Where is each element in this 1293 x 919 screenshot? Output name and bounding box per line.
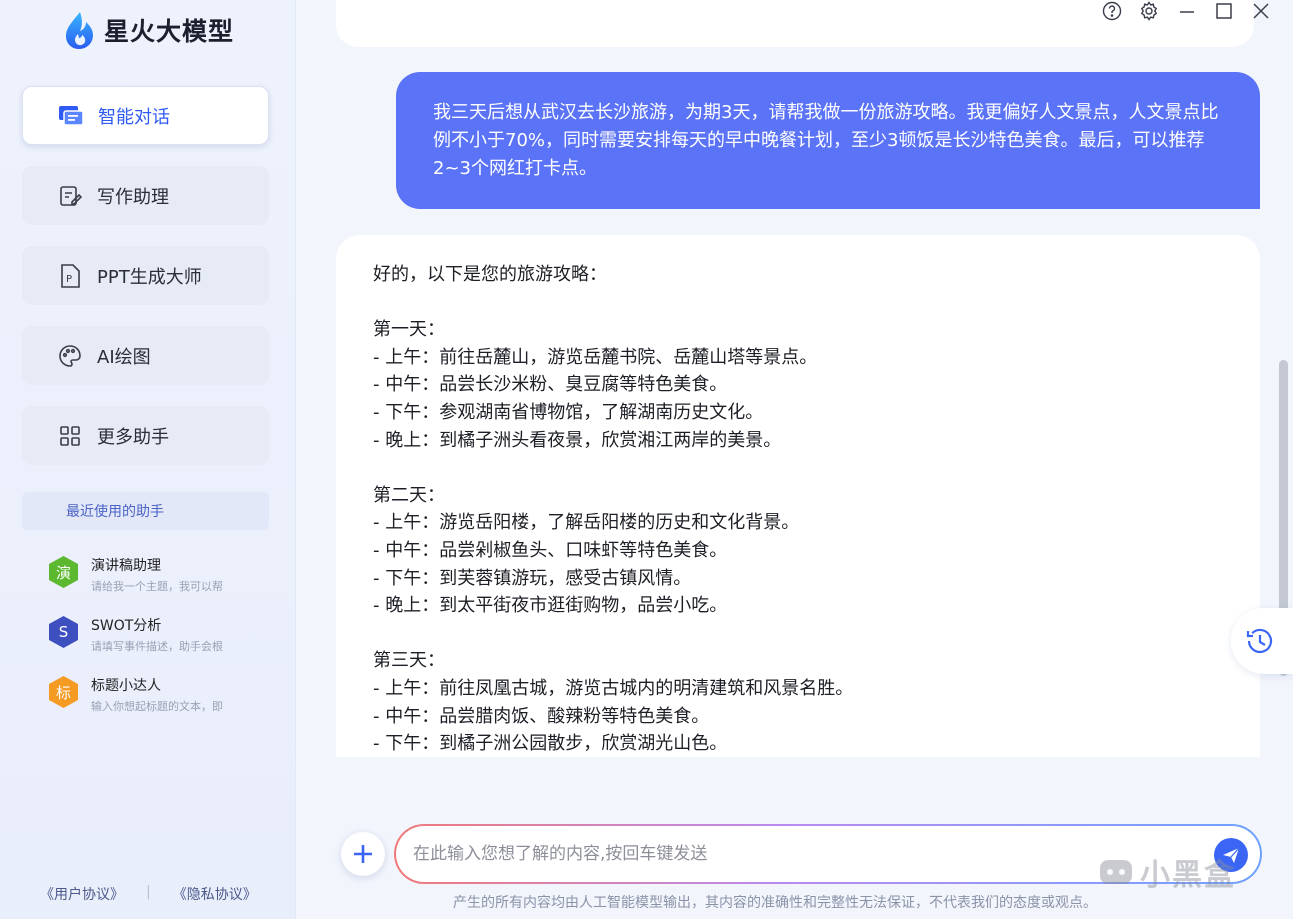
close-icon[interactable]	[1248, 0, 1274, 22]
recent-item-title: SWOT分析	[91, 618, 162, 634]
recent-item-title: 演讲稿助理	[91, 558, 161, 574]
brand-logo-icon	[1100, 860, 1132, 884]
ppt-icon: P	[57, 263, 83, 289]
ai-response-line: - 上午：前往凤凰古城，游览古城内的明清建筑和风景名胜。	[373, 677, 854, 699]
hexagon-badge-icon: S	[48, 615, 79, 649]
history-clock-icon	[1246, 628, 1273, 654]
ai-response-line: - 下午：参观湖南省博物馆，了解湖南历史文化。	[373, 401, 764, 423]
nav-label: 智能对话	[98, 106, 170, 128]
user-message-text: 我三天后想从武汉去长沙旅游，为期3天，请帮我做一份旅游攻略。我更偏好人文景点，人…	[433, 102, 1219, 179]
brand-watermark: 小黑盒	[1098, 850, 1236, 894]
nav-label: 写作助理	[97, 186, 169, 208]
recent-item-speech[interactable]: 演 演讲稿助理 请给我一个主题，我可以帮	[48, 555, 278, 599]
user-agreement-link[interactable]: 《用户协议》	[40, 884, 124, 904]
recent-item-swot[interactable]: S SWOT分析 请填写事件描述，助手会根	[48, 615, 278, 659]
ai-response-line	[373, 454, 1222, 482]
disclaimer-text: 产生的所有内容均由人工智能模型输出，其内容的准确性和完整性无法保证，不代表我们的…	[453, 895, 1097, 911]
chat-input[interactable]	[413, 844, 1173, 864]
ai-response-line	[373, 289, 1222, 317]
nav-more-assistants[interactable]: 更多助手	[22, 406, 269, 465]
nav-label: AI绘图	[97, 346, 151, 368]
app-title: 星火大模型	[104, 17, 235, 46]
grid-icon	[57, 423, 83, 449]
chat-area: 我三天后想从武汉去长沙旅游，为期3天，请帮我做一份旅游攻略。我更偏好人文景点，人…	[296, 0, 1293, 919]
user-message-bubble: 我三天后想从武汉去长沙旅游，为期3天，请帮我做一份旅游攻略。我更偏好人文景点，人…	[396, 72, 1260, 209]
recent-item-desc: 输入你想起标题的文本，即	[91, 700, 223, 713]
ai-response-line: - 中午：品尝长沙米粉、臭豆腐等特色美食。	[373, 374, 728, 396]
ai-response-line: 第三天：	[373, 650, 445, 672]
ai-response-line: 第一天：	[373, 319, 445, 341]
maximize-icon[interactable]	[1211, 0, 1237, 22]
palette-icon	[57, 343, 83, 369]
ai-response-line	[373, 620, 1222, 648]
nav-label: PPT生成大师	[97, 266, 202, 288]
settings-gear-icon[interactable]	[1136, 0, 1162, 22]
hexagon-badge-icon: 演	[48, 555, 79, 589]
plus-icon	[354, 845, 372, 863]
nav-ppt-master[interactable]: P PPT生成大师	[22, 246, 269, 305]
help-icon[interactable]	[1099, 0, 1125, 22]
ai-response-line: - 中午：品尝剁椒鱼头、口味虾等特色美食。	[373, 539, 728, 561]
ai-response-line: - 晚上：到太平街夜市逛街购物，品尝小吃。	[373, 595, 728, 617]
ai-response-line: 第二天：	[373, 484, 445, 506]
svg-text:P: P	[66, 274, 72, 285]
nav-label: 更多助手	[97, 426, 169, 448]
recent-item-title: 标题小达人	[91, 678, 161, 694]
minimize-icon[interactable]	[1174, 0, 1200, 22]
add-attachment-button[interactable]	[341, 832, 385, 876]
ai-response-line: - 上午：游览岳阳楼，了解岳阳楼的历史和文化背景。	[373, 512, 800, 534]
footer-links: 《用户协议》 | 《隐私协议》	[40, 884, 257, 904]
spark-logo-icon	[66, 12, 93, 49]
app-logo: 星火大模型	[62, 10, 234, 50]
chat-icon	[58, 103, 84, 129]
ai-response-card: 好的，以下是您的旅游攻略： 第一天： - 上午：前往岳麓山，游览岳麓书院、岳麓山…	[336, 235, 1260, 757]
ai-response-line: - 上午：前往岳麓山，游览岳麓书院、岳麓山塔等景点。	[373, 346, 818, 368]
footer-separator: |	[146, 884, 151, 900]
ai-response-line: - 晚上：到橘子洲头看夜景，欣赏湘江两岸的美景。	[373, 429, 782, 451]
edit-icon	[57, 183, 83, 209]
ai-response-line: 好的，以下是您的旅游攻略：	[373, 264, 607, 285]
privacy-link[interactable]: 《隐私协议》	[173, 884, 257, 904]
nav-writing-assistant[interactable]: 写作助理	[22, 166, 269, 225]
history-button[interactable]	[1231, 608, 1293, 674]
ai-response-line: - 下午：到橘子洲公园散步，欣赏湖光山色。	[373, 733, 728, 755]
sidebar: 星火大模型 智能对话 写作助理 P PPT生成大师 AI绘图 更多助手 最近使用…	[0, 0, 296, 919]
ai-response-line: - 下午：到芙蓉镇游玩，感受古镇风情。	[373, 567, 692, 589]
recent-item-desc: 请给我一个主题，我可以帮	[91, 580, 223, 593]
recent-assistants-header: 最近使用的助手	[22, 492, 269, 530]
ai-response-line: - 中午：品尝腊肉饭、酸辣粉等特色美食。	[373, 705, 710, 727]
recent-item-title-master[interactable]: 标 标题小达人 输入你想起标题的文本，即	[48, 675, 278, 719]
hexagon-badge-icon: 标	[48, 675, 79, 709]
nav-smart-chat[interactable]: 智能对话	[22, 86, 269, 145]
nav-ai-drawing[interactable]: AI绘图	[22, 326, 269, 385]
recent-item-desc: 请填写事件描述，助手会根	[91, 640, 223, 653]
brand-watermark-text: 小黑盒	[1140, 858, 1236, 893]
